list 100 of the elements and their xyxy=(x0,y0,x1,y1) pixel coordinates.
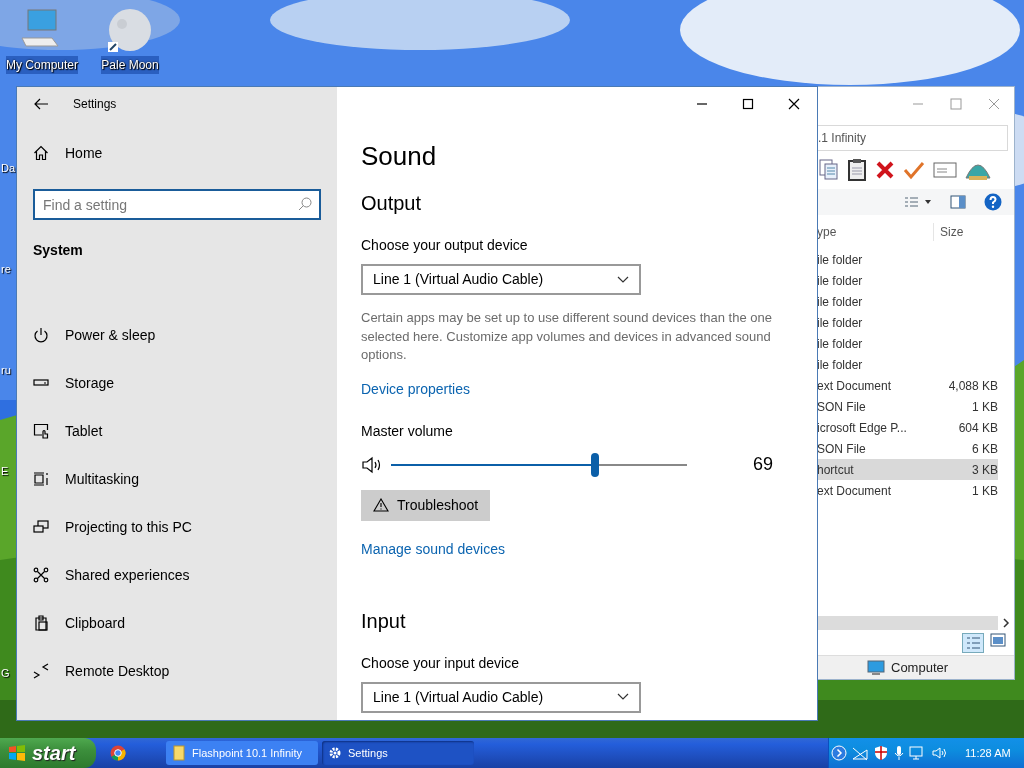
file-row[interactable]: ext Document 1 KB xyxy=(817,480,998,501)
column-header[interactable]: Size xyxy=(934,223,964,241)
nav-item[interactable]: Shared experiences xyxy=(33,551,321,599)
nav-item[interactable]: Multitasking xyxy=(33,455,321,503)
shield-icon[interactable] xyxy=(873,745,889,761)
computer-icon xyxy=(867,659,885,676)
chevron-down-icon xyxy=(617,275,629,284)
gear-icon xyxy=(328,745,342,761)
search-icon[interactable] xyxy=(298,197,312,211)
table-cell-text: ile folder xyxy=(817,356,864,374)
browser-icon[interactable] xyxy=(110,745,126,761)
icon-label[interactable]: My Computer xyxy=(6,56,78,74)
section-heading: System xyxy=(33,241,84,260)
expand-tray-icon[interactable] xyxy=(831,745,847,761)
view-options-icon[interactable] xyxy=(904,196,932,208)
file-row[interactable]: ext Document 4,088 KB xyxy=(817,375,998,396)
nav-item[interactable]: Storage xyxy=(33,359,321,407)
taskbar-button[interactable]: Flashpoint 10.1 Infinity xyxy=(166,741,318,765)
device-dropdown[interactable]: Line 1 (Virtual Audio Cable) xyxy=(361,264,641,295)
file-row[interactable]: ile folder xyxy=(817,333,998,354)
details-view-icon[interactable] xyxy=(962,633,984,653)
shared-icon xyxy=(33,567,49,583)
field-label: Choose your output device xyxy=(361,236,529,255)
table-cell-text: SON File xyxy=(817,440,867,458)
clipboard-icon[interactable] xyxy=(847,159,867,181)
manage-devices-link[interactable]: Manage sound devices xyxy=(361,540,505,557)
multitasking-icon xyxy=(33,471,49,487)
volume-value: 69 xyxy=(753,453,774,476)
table-cell-text: ext Document xyxy=(817,482,893,500)
file-row[interactable]: hortcut 3 KB xyxy=(817,459,998,480)
table-cell-text: ile folder xyxy=(817,293,864,311)
nav-item[interactable]: Remote Desktop xyxy=(33,647,321,695)
chevron-down-icon xyxy=(617,693,629,701)
document-icon xyxy=(172,745,186,761)
file-row[interactable]: SON File 1 KB xyxy=(817,396,998,417)
clock: 11:28 AM xyxy=(965,745,1011,761)
field-label: Master volume xyxy=(361,421,454,441)
close-icon[interactable] xyxy=(788,98,800,110)
table-cell-text: ile folder xyxy=(817,314,864,332)
table-cell-text: SON File xyxy=(817,398,867,416)
nav-item[interactable]: Power & sleep xyxy=(33,311,321,359)
page-title: Sound xyxy=(361,143,438,169)
checkmark-icon[interactable] xyxy=(903,160,925,180)
table-cell-text: ile folder xyxy=(817,251,864,269)
nav-item[interactable]: Home xyxy=(33,129,321,177)
network-off-icon[interactable] xyxy=(851,745,869,761)
scrollbar-track[interactable] xyxy=(817,616,998,630)
address-bar[interactable]: .1 Infinity xyxy=(817,125,1008,151)
file-row[interactable]: ile folder xyxy=(817,270,998,291)
envelope-icon[interactable] xyxy=(933,161,957,179)
preview-pane-icon[interactable] xyxy=(950,195,966,209)
speaker-icon[interactable] xyxy=(931,745,949,761)
nav-item[interactable]: Tablet xyxy=(33,407,321,455)
field-label: Choose your input device xyxy=(361,653,520,673)
section-heading: Input xyxy=(361,610,407,631)
back-arrow-icon[interactable] xyxy=(33,98,49,110)
table-cell-text: 1 KB xyxy=(971,398,998,416)
power-icon xyxy=(33,327,49,343)
table-cell-text: 6 KB xyxy=(971,440,998,458)
clipboard-icon xyxy=(33,615,49,631)
description-text: Certain apps may be set up to use different sound devices than the one selected here. Customize app volumes and devices in advanced sound options. xyxy=(361,309,773,364)
microphone-icon[interactable] xyxy=(893,745,905,761)
home-icon xyxy=(33,145,49,161)
nav-item[interactable]: Clipboard xyxy=(33,599,321,647)
search-field[interactable]: Find a setting xyxy=(33,189,321,220)
device-dropdown[interactable]: Line 1 (Virtual Audio Cable) xyxy=(361,681,641,713)
slider-thumb[interactable] xyxy=(591,452,600,477)
file-row[interactable]: ile folder xyxy=(817,249,998,270)
icon-label[interactable]: Pale Moon xyxy=(101,56,159,74)
troubleshoot-button[interactable]: Troubleshoot xyxy=(361,489,491,521)
delete-icon[interactable] xyxy=(875,160,895,180)
file-row[interactable]: SON File 6 KB xyxy=(817,438,998,459)
maximize-icon[interactable] xyxy=(742,98,754,110)
table-cell-text: ile folder xyxy=(817,272,864,290)
icon-label: re xyxy=(1,262,11,277)
nav-item[interactable]: Projecting to this PC xyxy=(33,503,321,551)
file-row[interactable]: icrosoft Edge P... 604 KB xyxy=(817,417,998,438)
help-icon[interactable] xyxy=(984,193,1002,211)
file-row[interactable]: ile folder xyxy=(817,291,998,312)
table-cell-text: 1 KB xyxy=(971,482,998,500)
remote-desktop-icon xyxy=(33,663,49,679)
speaker-icon xyxy=(361,455,383,474)
table-cell-text: 4,088 KB xyxy=(947,377,998,395)
section-heading: Output xyxy=(361,193,423,213)
file-row[interactable]: ile folder xyxy=(817,354,998,375)
moon-icon[interactable] xyxy=(106,8,154,54)
copy-icon[interactable] xyxy=(819,159,839,181)
tablet-icon xyxy=(33,423,49,439)
icon-label: E xyxy=(1,464,9,479)
warning-icon xyxy=(373,498,389,512)
start-button[interactable]: start xyxy=(0,738,96,768)
taskbar-button[interactable]: Settings xyxy=(322,741,474,765)
icon-label: Da xyxy=(1,161,16,176)
thumbnail-view-icon[interactable] xyxy=(990,633,1006,647)
device-properties-link[interactable]: Device properties xyxy=(361,380,470,397)
file-row[interactable]: ile folder xyxy=(817,312,998,333)
table-cell-text: icrosoft Edge P... xyxy=(817,419,908,437)
projecting-icon xyxy=(33,519,49,535)
table-cell-text: hortcut xyxy=(817,461,855,479)
window-title: Settings xyxy=(73,96,117,113)
